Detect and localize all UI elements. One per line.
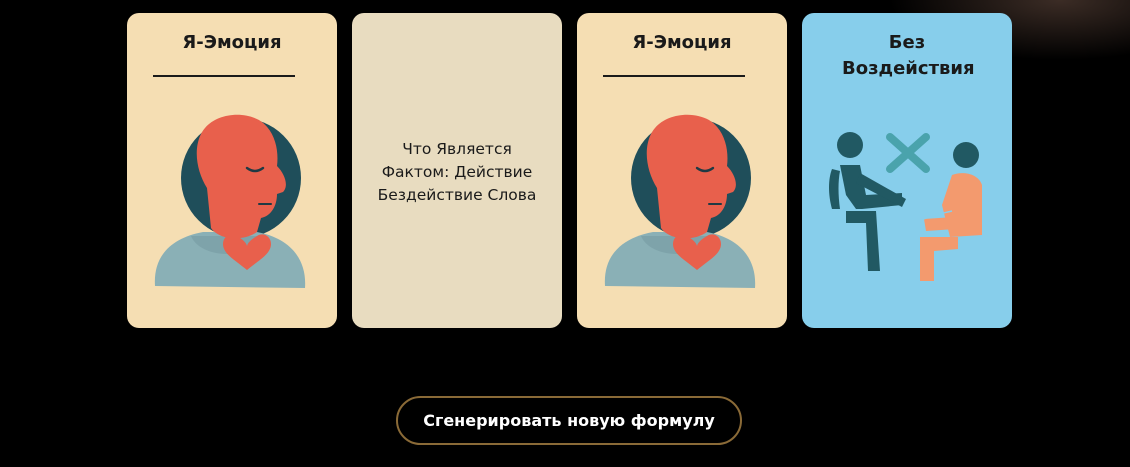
card-i-emotion-1[interactable]: Я-Эмоция: [127, 13, 337, 328]
title-divider: [603, 75, 745, 77]
card-title: Я-Эмоция: [632, 32, 732, 53]
card-title: Я-Эмоция: [182, 32, 282, 53]
card-title: Без Воздействия: [842, 32, 975, 79]
formula-page: Я-Эмоция Что Является Фактом: Действие Б…: [0, 0, 1130, 467]
card-i-emotion-2[interactable]: Я-Эмоция: [577, 13, 787, 328]
generate-formula-button[interactable]: Сгенерировать новую формулу: [396, 396, 742, 445]
card-text: Что Является Фактом: Действие Бездействи…: [377, 140, 537, 204]
person-heart-icon: [604, 114, 756, 288]
title-divider: [153, 75, 295, 77]
person-heart-icon: [154, 114, 306, 288]
card-no-impact[interactable]: Без Воздействия: [802, 13, 1012, 328]
card-fact-definition[interactable]: Что Является Фактом: Действие Бездействи…: [352, 13, 562, 328]
no-contact-icon: [829, 132, 982, 281]
